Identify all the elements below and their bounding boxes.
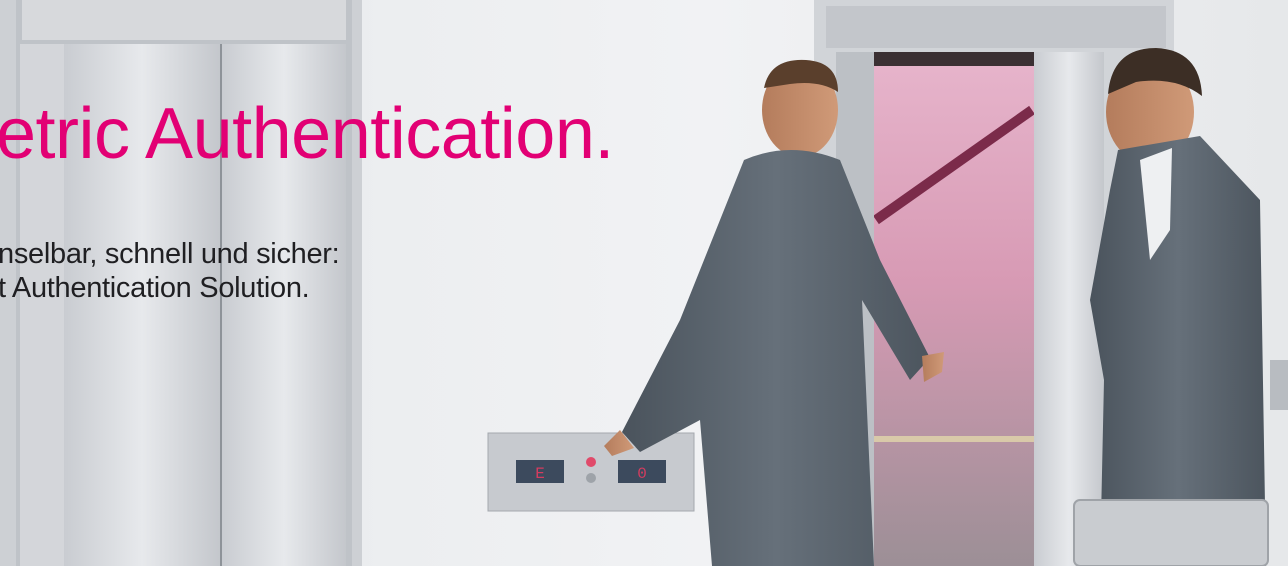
subline: nselbar, schnell und sicher: t Authentic… xyxy=(0,237,340,305)
headline: etric Authentication. xyxy=(0,94,614,174)
hero-banner: E 0 etric Authentication. nselbar, schne… xyxy=(0,0,1288,566)
elevator-call-panel: E 0 xyxy=(487,432,695,512)
subline-line-2: t Authentication Solution. xyxy=(0,272,310,305)
floor-display-left: E xyxy=(535,465,545,483)
floor-display-right: 0 xyxy=(637,465,647,483)
subline-line-1: nselbar, schnell und sicher: xyxy=(0,238,340,270)
